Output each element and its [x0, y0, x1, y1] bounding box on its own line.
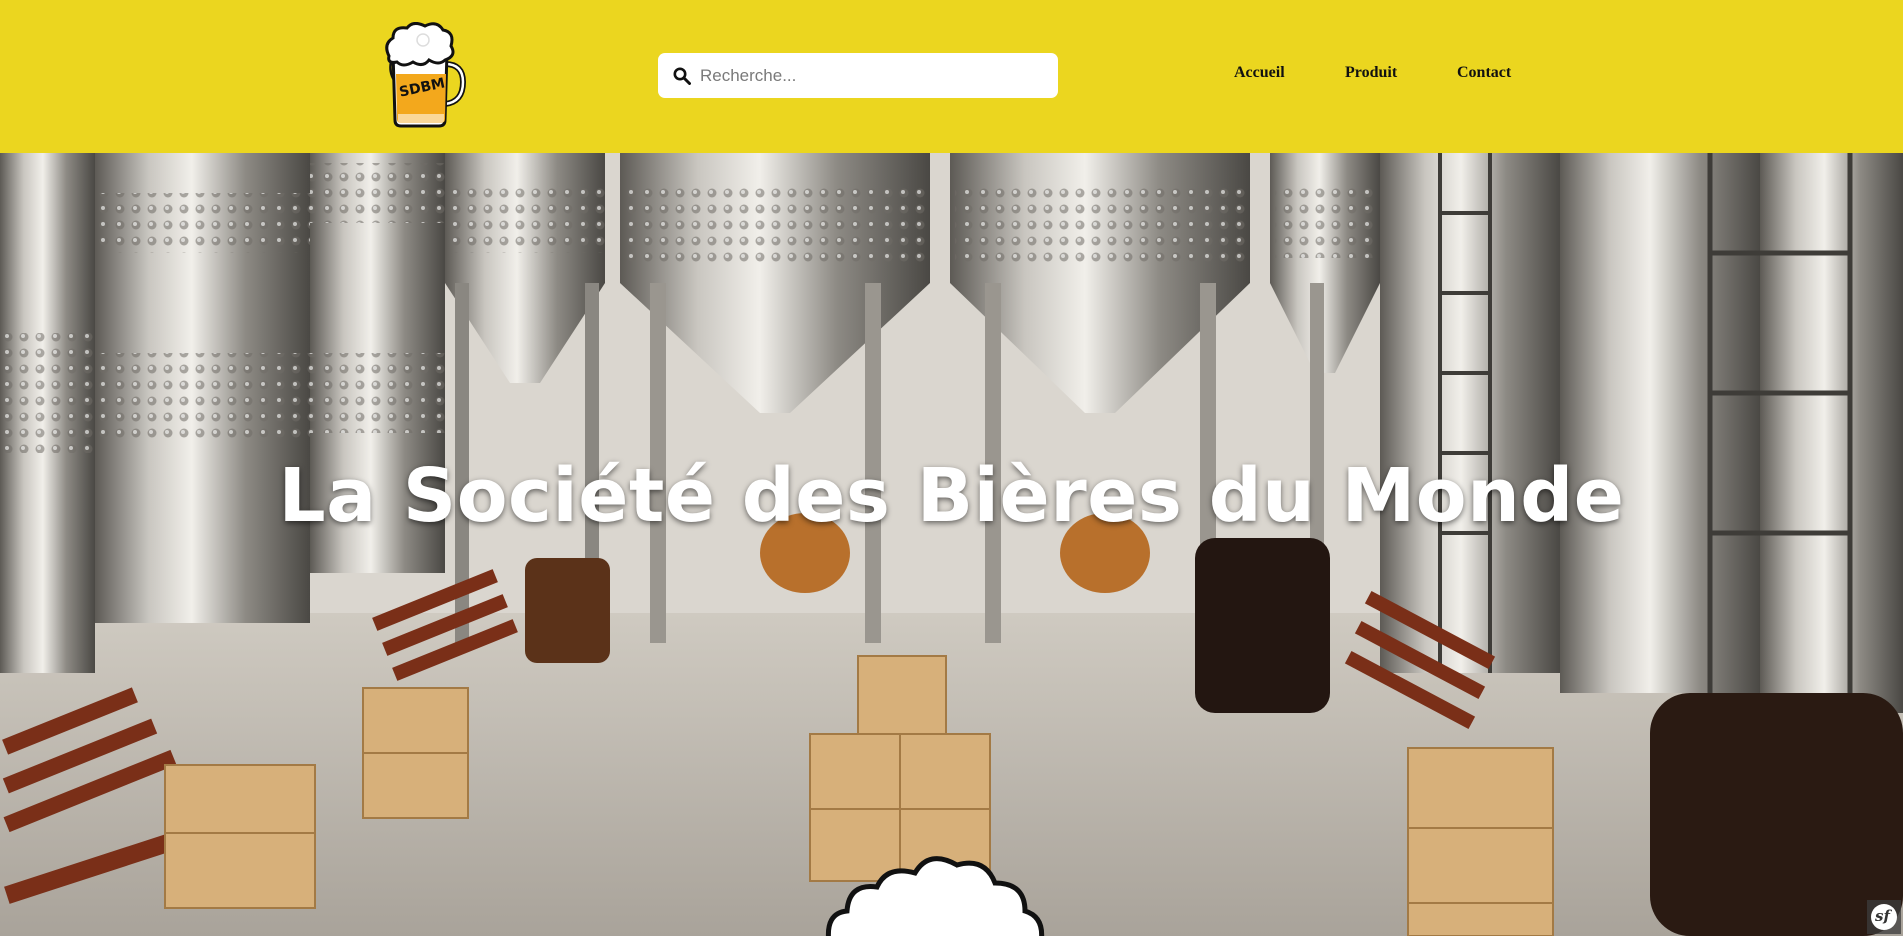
nav-link-contact[interactable]: Contact — [1457, 64, 1511, 82]
nav-link-accueil[interactable]: Accueil — [1234, 64, 1285, 82]
symfony-debug-toolbar-toggle[interactable]: sf — [1867, 900, 1901, 934]
site-header: SDBM Accueil Produit Contact — [0, 0, 1903, 153]
hero-title: La Société des Bières du Monde — [278, 453, 1625, 539]
beer-mug-logo-icon — [385, 21, 467, 128]
brewery-background-image — [0, 153, 1903, 936]
symfony-debug-label: sf — [1875, 907, 1890, 925]
nav-link-produit[interactable]: Produit — [1345, 64, 1397, 82]
search-icon — [673, 67, 691, 85]
hero-banner: La Société des Bières du Monde sf — [0, 153, 1903, 936]
site-logo[interactable]: SDBM — [383, 21, 467, 130]
search-input[interactable] — [700, 53, 1058, 98]
search-bar[interactable] — [658, 53, 1058, 98]
beer-foam-icon — [825, 856, 1045, 936]
